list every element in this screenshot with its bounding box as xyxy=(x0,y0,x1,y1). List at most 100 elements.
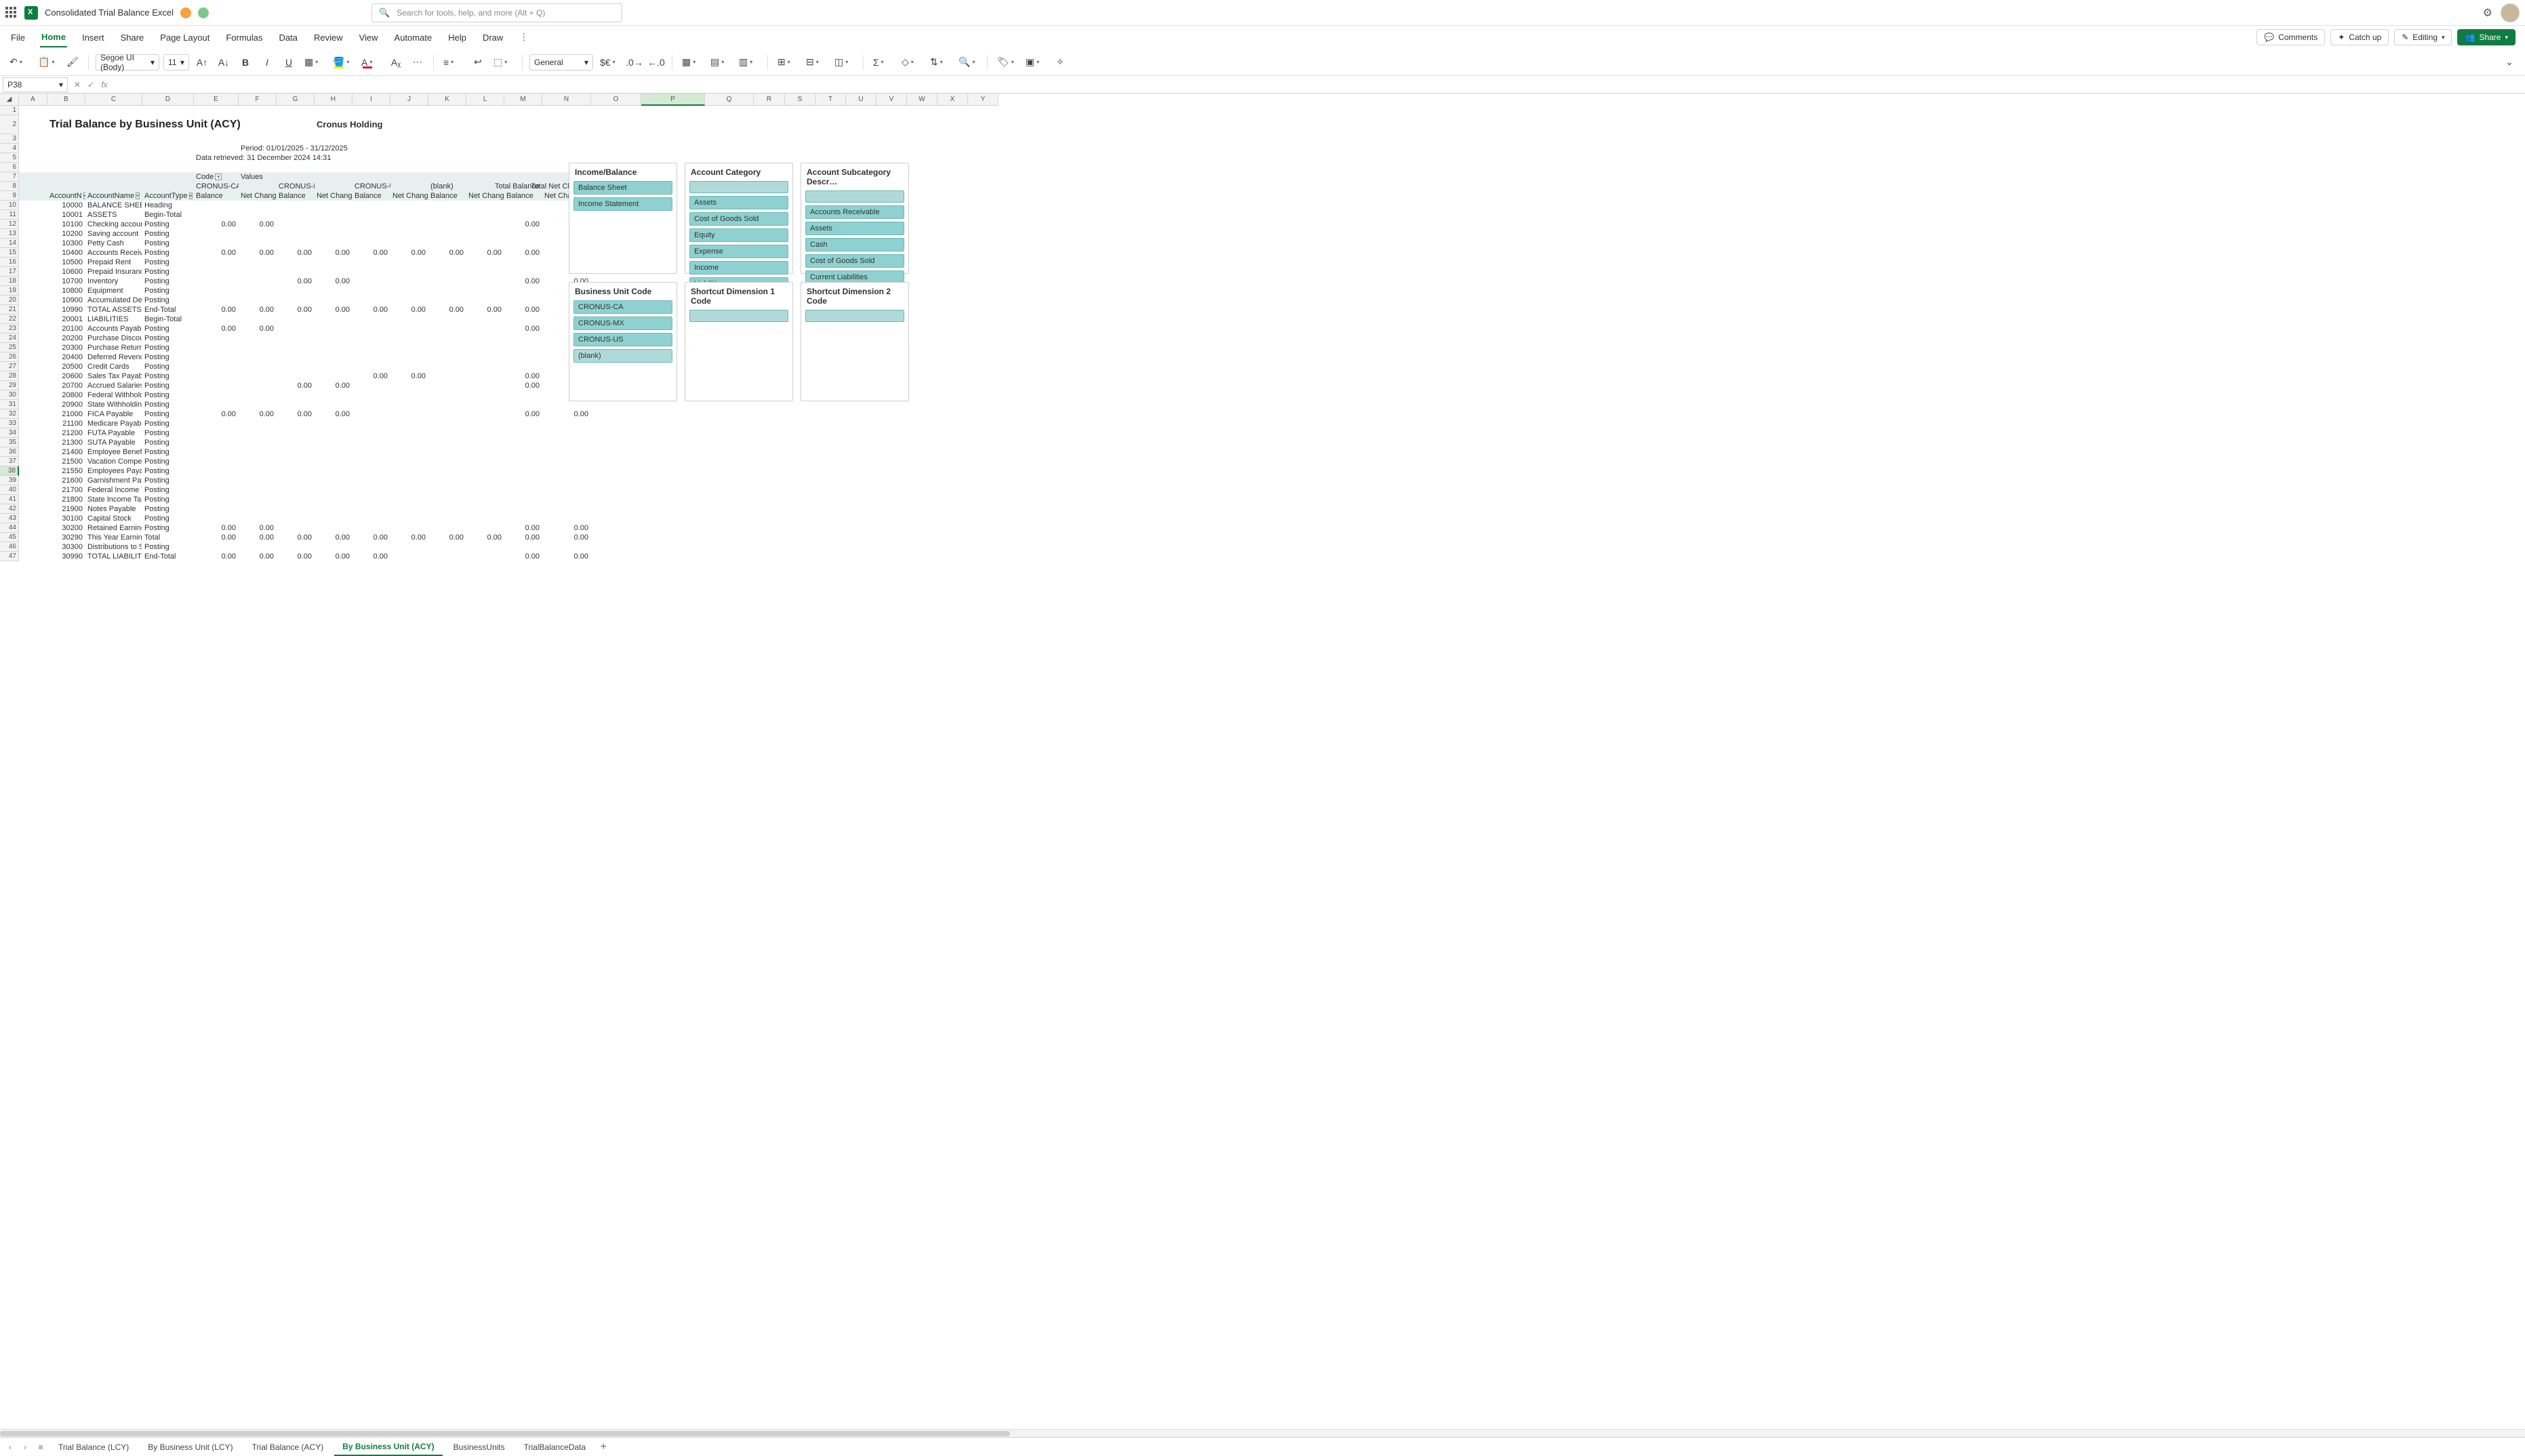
cell-account-type[interactable]: Posting xyxy=(142,514,194,523)
cell[interactable] xyxy=(907,115,937,134)
cell[interactable] xyxy=(19,533,47,542)
cell[interactable] xyxy=(194,163,239,172)
cell[interactable] xyxy=(937,201,968,210)
cell[interactable] xyxy=(937,305,968,315)
cell-value[interactable] xyxy=(390,239,428,248)
row-header[interactable]: 47 xyxy=(0,552,19,561)
delete-cells-button[interactable]: ⊟▾ xyxy=(803,54,828,71)
cell-account-no[interactable]: 10400 xyxy=(47,248,85,258)
cell-account-no[interactable]: 20700 xyxy=(47,381,85,390)
cell-value[interactable]: 0.00 xyxy=(277,248,315,258)
cell[interactable] xyxy=(907,514,937,523)
cell[interactable] xyxy=(815,400,846,409)
cell-account-no[interactable]: 10200 xyxy=(47,229,85,239)
cell-value[interactable] xyxy=(194,286,239,296)
cell-value[interactable]: 0.00 xyxy=(239,533,277,542)
cell-value[interactable] xyxy=(194,466,239,476)
column-header[interactable]: I xyxy=(352,94,390,106)
cell[interactable] xyxy=(591,552,641,561)
cell[interactable] xyxy=(19,438,47,447)
cell-value[interactable] xyxy=(239,229,277,239)
cell[interactable] xyxy=(785,153,815,163)
cell[interactable] xyxy=(785,428,815,438)
row-header[interactable]: 11 xyxy=(0,210,19,220)
font-name-select[interactable]: Segoe UI (Body)▾ xyxy=(96,54,159,70)
cell[interactable] xyxy=(937,220,968,229)
cell[interactable] xyxy=(705,485,754,495)
app-launcher-icon[interactable] xyxy=(5,7,18,19)
cell[interactable] xyxy=(19,447,47,457)
clear-formatting-button[interactable]: Aᵪ xyxy=(387,54,405,71)
cell[interactable] xyxy=(390,163,428,172)
slicer-item[interactable]: CRONUS-US xyxy=(573,333,672,346)
cell-value[interactable] xyxy=(194,315,239,324)
cell-account-type[interactable]: Posting xyxy=(142,362,194,371)
row-header[interactable]: 44 xyxy=(0,523,19,533)
cell[interactable] xyxy=(937,315,968,324)
name-box[interactable]: P38▾ xyxy=(3,77,68,92)
cell-value[interactable] xyxy=(542,542,591,552)
cell[interactable] xyxy=(876,106,907,115)
cell-value[interactable] xyxy=(239,371,277,381)
cell-value[interactable] xyxy=(315,390,352,400)
cell[interactable] xyxy=(591,476,641,485)
cell[interactable] xyxy=(239,134,277,144)
cell[interactable] xyxy=(194,106,239,115)
cell-value[interactable] xyxy=(466,220,504,229)
cell-value[interactable] xyxy=(504,258,542,267)
more-font-button[interactable]: ⋯ xyxy=(409,54,426,71)
cell-value[interactable] xyxy=(277,523,315,533)
cell[interactable] xyxy=(815,115,846,134)
cell-value[interactable] xyxy=(466,315,504,324)
cell[interactable] xyxy=(937,523,968,533)
cell[interactable] xyxy=(641,400,705,409)
column-header[interactable]: D xyxy=(142,94,194,106)
cell[interactable] xyxy=(968,220,998,229)
cell-account-type[interactable]: Posting xyxy=(142,352,194,362)
cell-value[interactable] xyxy=(542,476,591,485)
column-header[interactable]: W xyxy=(907,94,937,106)
cell-value[interactable] xyxy=(390,457,428,466)
cell-value[interactable] xyxy=(194,495,239,504)
row-header[interactable]: 33 xyxy=(0,419,19,428)
row-header[interactable]: 5 xyxy=(0,153,19,163)
cell-value[interactable] xyxy=(239,286,277,296)
cell-value[interactable] xyxy=(428,390,466,400)
cell[interactable] xyxy=(19,371,47,381)
cell[interactable] xyxy=(876,485,907,495)
cell-value[interactable] xyxy=(466,514,504,523)
cell[interactable] xyxy=(907,229,937,239)
cell-value[interactable] xyxy=(428,258,466,267)
row-header[interactable]: 34 xyxy=(0,428,19,438)
cell-value[interactable] xyxy=(239,476,277,485)
slicer-item[interactable] xyxy=(805,310,904,322)
cell-value[interactable] xyxy=(466,267,504,277)
cell[interactable] xyxy=(641,514,705,523)
cell[interactable] xyxy=(542,134,591,144)
cell[interactable] xyxy=(641,533,705,542)
cell[interactable] xyxy=(846,495,876,504)
cell-value[interactable] xyxy=(390,277,428,286)
cell-value[interactable]: 0.00 xyxy=(194,305,239,315)
cell-value[interactable] xyxy=(239,495,277,504)
cell[interactable] xyxy=(907,504,937,514)
cell-account-no[interactable]: 20100 xyxy=(47,324,85,333)
cell[interactable] xyxy=(754,438,785,447)
cell-value[interactable] xyxy=(239,362,277,371)
cell-value[interactable] xyxy=(352,457,390,466)
cell-value[interactable] xyxy=(428,352,466,362)
sync-status-icon[interactable] xyxy=(198,7,209,18)
row-header[interactable]: 7 xyxy=(0,172,19,182)
cell-value[interactable] xyxy=(466,400,504,409)
cell[interactable] xyxy=(47,106,85,115)
cell-value[interactable] xyxy=(277,352,315,362)
cell[interactable] xyxy=(968,466,998,476)
cell-value[interactable] xyxy=(239,390,277,400)
cell-value[interactable] xyxy=(466,333,504,343)
row-header[interactable]: 22 xyxy=(0,315,19,324)
fx-button[interactable]: fx xyxy=(98,80,111,89)
cell-value[interactable] xyxy=(315,210,352,220)
cell[interactable] xyxy=(785,438,815,447)
row-header[interactable]: 43 xyxy=(0,514,19,523)
cell[interactable] xyxy=(705,419,754,428)
